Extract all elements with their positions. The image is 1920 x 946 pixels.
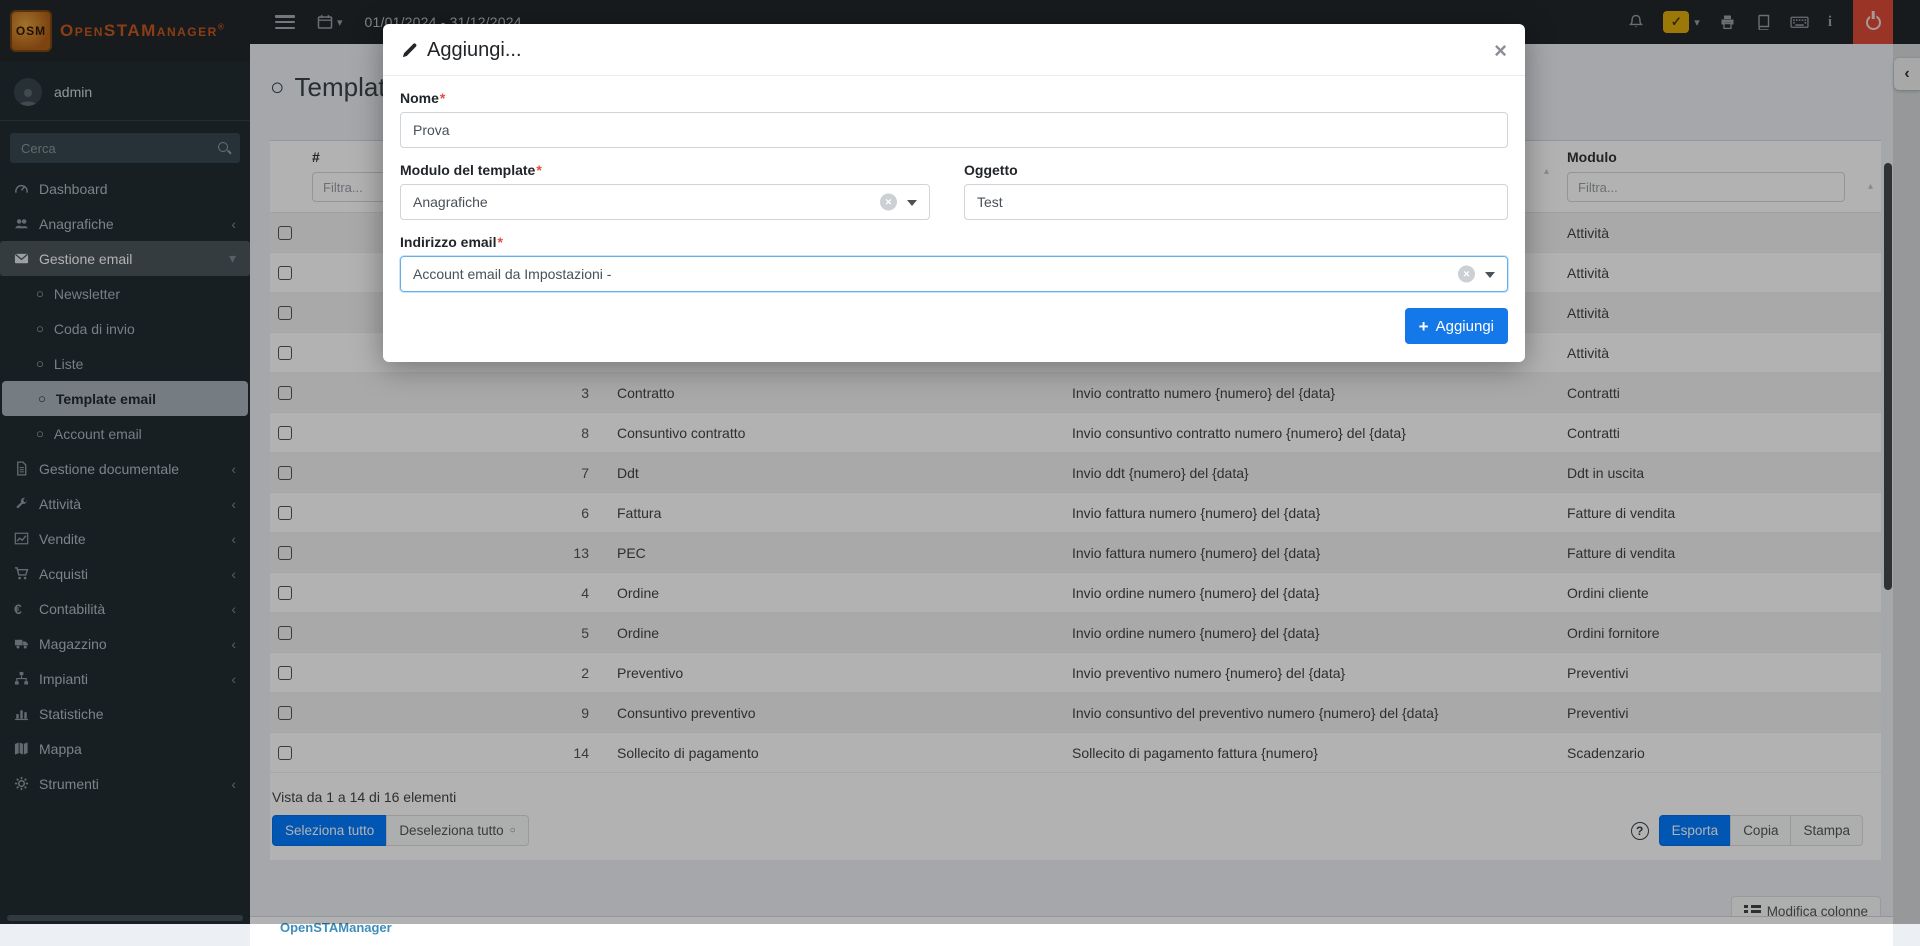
oggetto-input[interactable] bbox=[964, 184, 1508, 220]
submit-add-button[interactable]: + Aggiungi bbox=[1405, 308, 1508, 344]
modulo-select[interactable]: Anagrafiche × bbox=[400, 184, 930, 220]
field-modulo: Modulo del template* Anagrafiche × bbox=[400, 162, 930, 220]
clear-icon[interactable]: × bbox=[1458, 266, 1475, 283]
field-nome: Nome* bbox=[400, 90, 1508, 148]
field-oggetto: Oggetto bbox=[964, 162, 1508, 220]
add-template-modal: Aggiungi... × Nome* Modulo del template*… bbox=[383, 24, 1525, 362]
chevron-down-icon bbox=[1485, 272, 1495, 278]
pencil-icon bbox=[401, 42, 418, 59]
clear-icon[interactable]: × bbox=[880, 194, 897, 211]
email-select[interactable]: Account email da Impostazioni - × bbox=[400, 256, 1508, 292]
chevron-down-icon bbox=[907, 200, 917, 206]
modal-title: Aggiungi... bbox=[401, 39, 522, 62]
nome-input[interactable] bbox=[400, 112, 1508, 148]
plus-icon: + bbox=[1419, 318, 1429, 335]
field-email: Indirizzo email* Account email da Impost… bbox=[400, 234, 1508, 292]
close-icon[interactable]: × bbox=[1494, 40, 1507, 62]
